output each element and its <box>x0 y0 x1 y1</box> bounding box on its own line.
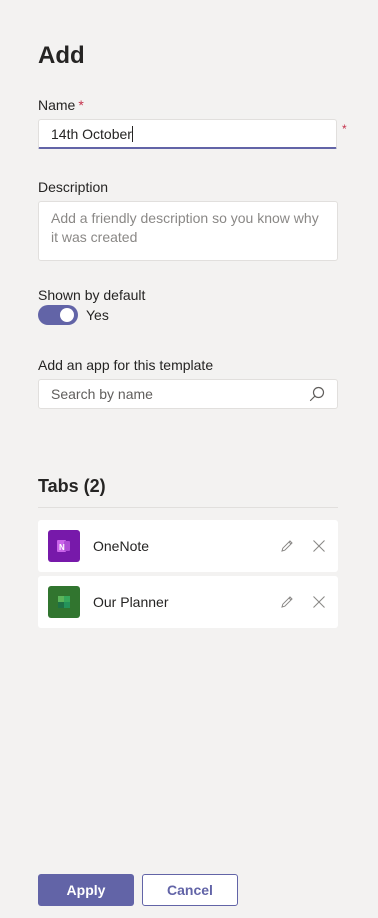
app-search-box[interactable] <box>38 379 338 409</box>
name-label-text: Name <box>38 97 76 113</box>
name-required-indicator: * <box>342 122 347 136</box>
description-textarea[interactable]: Add a friendly description so you know w… <box>38 201 338 261</box>
edit-icon[interactable] <box>278 593 296 611</box>
svg-text:N: N <box>59 543 65 552</box>
shown-by-default-toggle[interactable] <box>38 305 78 325</box>
edit-icon[interactable] <box>278 537 296 555</box>
description-label: Description <box>38 179 109 195</box>
tab-name: OneNote <box>93 538 150 554</box>
remove-icon[interactable] <box>310 537 328 555</box>
shown-by-default-label: Shown by default <box>38 287 146 303</box>
toggle-knob <box>60 308 74 322</box>
app-search-label: Add an app for this template <box>38 357 214 373</box>
name-input[interactable]: 14th October <box>38 119 337 149</box>
onenote-icon: N <box>48 530 80 562</box>
toggle-state-text: Yes <box>86 307 109 323</box>
required-mark: * <box>78 97 84 113</box>
name-label: Name * <box>38 97 84 113</box>
cancel-button[interactable]: Cancel <box>142 874 238 906</box>
remove-icon[interactable] <box>310 593 328 611</box>
shown-by-default-row: Yes <box>38 305 109 325</box>
tabs-divider <box>38 507 338 508</box>
name-input-value: 14th October <box>51 126 132 142</box>
page-title: Add <box>38 42 85 69</box>
search-icon[interactable] <box>309 386 325 402</box>
apply-button[interactable]: Apply <box>38 874 134 906</box>
text-caret <box>131 126 133 142</box>
tab-item-planner: Our Planner <box>38 576 338 628</box>
tab-item-onenote: N OneNote <box>38 520 338 572</box>
tabs-section-title: Tabs (2) <box>38 476 106 496</box>
tab-name: Our Planner <box>93 594 169 610</box>
app-search-input[interactable] <box>51 386 305 402</box>
planner-icon <box>48 586 80 618</box>
